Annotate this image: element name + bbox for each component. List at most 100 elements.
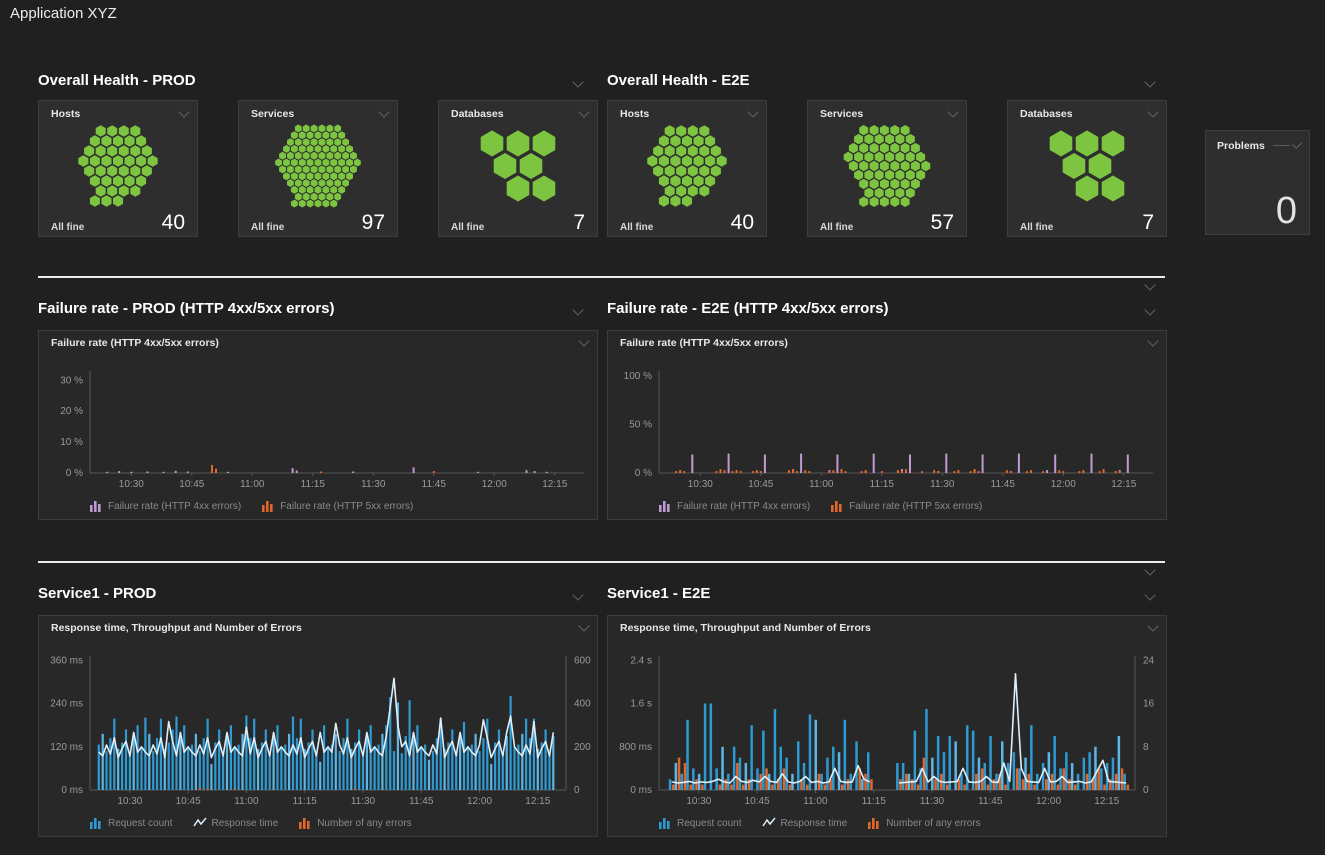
bar-chart-icon [658, 500, 672, 512]
chevron-down-icon[interactable] [572, 304, 583, 315]
chevron-down-icon[interactable] [1144, 589, 1155, 600]
chevron-down-icon[interactable] [178, 106, 189, 117]
legend-item[interactable]: Number of any errors [867, 817, 980, 829]
svg-text:12:00: 12:00 [482, 479, 507, 490]
svg-text:12:00: 12:00 [1036, 796, 1061, 807]
svg-text:10 %: 10 % [60, 437, 83, 448]
line-icon [193, 817, 207, 829]
svg-text:0 ms: 0 ms [630, 785, 652, 796]
problems-tile[interactable]: Problems 0 [1205, 130, 1310, 235]
chart-tile-failure-e2e[interactable]: Failure rate (HTTP 4xx/5xx errors)0 %50 … [607, 330, 1167, 520]
svg-text:1.6 s: 1.6 s [630, 699, 652, 710]
svg-text:11:45: 11:45 [422, 479, 447, 490]
tile-title: Hosts [620, 108, 649, 120]
chevron-down-icon[interactable] [947, 106, 958, 117]
health-tile-hosts-prod[interactable]: HostsAll fine40 [38, 100, 198, 237]
svg-text:0: 0 [1143, 785, 1149, 796]
chevron-down-icon[interactable] [578, 106, 589, 117]
svg-text:10:45: 10:45 [745, 796, 770, 807]
tile-count: 57 [931, 212, 954, 233]
problems-tile-title: Problems [1217, 140, 1265, 152]
tile-title: Services [820, 108, 863, 120]
health-tile-services-prod[interactable]: ServicesAll fine97 [238, 100, 398, 237]
tile-title: Databases [1020, 108, 1073, 120]
chevron-down-icon[interactable] [378, 106, 389, 117]
honeycomb-chart [808, 120, 966, 212]
legend-item[interactable]: Response time [762, 817, 848, 829]
honeycomb-chart [39, 120, 197, 212]
legend-item[interactable]: Failure rate (HTTP 5xx errors) [830, 500, 982, 512]
section-divider [38, 561, 1165, 563]
chevron-down-icon[interactable] [572, 76, 583, 87]
svg-text:600: 600 [574, 655, 591, 666]
tile-title: Services [251, 108, 294, 120]
chart-tile-title: Response time, Throughput and Number of … [51, 622, 302, 634]
chart-plot: 0 %50 %100 %10:3010:4511:0011:1511:3011:… [608, 361, 1166, 497]
svg-text:10:30: 10:30 [117, 796, 142, 807]
chevron-down-icon[interactable] [1144, 279, 1155, 290]
chart-tile-service-e2e[interactable]: Response time, Throughput and Number of … [607, 615, 1167, 837]
tile-count: 97 [362, 212, 385, 233]
chart-tile-service-prod[interactable]: Response time, Throughput and Number of … [38, 615, 598, 837]
section-title-failure-prod: Failure rate - PROD (HTTP 4xx/5xx errors… [38, 300, 335, 317]
legend-label: Response time [781, 818, 848, 829]
svg-text:2.4 s: 2.4 s [630, 655, 652, 666]
problems-count: 0 [1206, 152, 1309, 234]
health-tile-databases-e2e[interactable]: DatabasesAll fine7 [1007, 100, 1167, 237]
legend-item[interactable]: Failure rate (HTTP 4xx errors) [89, 500, 241, 512]
svg-text:12:15: 12:15 [1094, 796, 1119, 807]
legend-item[interactable]: Response time [193, 817, 279, 829]
dashboard: Application XYZ Overall Health - PROD Ov… [0, 0, 1325, 855]
section-title-failure-e2e: Failure rate - E2E (HTTP 4xx/5xx errors) [607, 300, 889, 317]
honeycomb-chart [239, 120, 397, 212]
legend-item[interactable]: Failure rate (HTTP 5xx errors) [261, 500, 413, 512]
chevron-down-icon[interactable] [1144, 564, 1155, 575]
chart-plot: 0 %10 %20 %30 %10:3010:4511:0011:1511:30… [39, 361, 597, 497]
legend-label: Failure rate (HTTP 5xx errors) [280, 501, 413, 512]
chevron-down-icon[interactable] [578, 620, 589, 631]
chart-tile-failure-prod[interactable]: Failure rate (HTTP 4xx/5xx errors) 0 %10 … [38, 330, 598, 520]
bar-chart-icon [89, 500, 103, 512]
health-tile-databases-prod[interactable]: DatabasesAll fine7 [438, 100, 598, 237]
tile-count: 40 [731, 212, 754, 233]
chevron-down-icon[interactable] [747, 106, 758, 117]
chevron-down-icon[interactable] [578, 335, 589, 346]
health-tile-services-e2e[interactable]: ServicesAll fine57 [807, 100, 967, 237]
legend-label: Failure rate (HTTP 4xx errors) [677, 501, 810, 512]
health-tile-hosts-e2e[interactable]: HostsAll fine40 [607, 100, 767, 237]
svg-text:11:15: 11:15 [301, 479, 326, 490]
bar-chart-icon [261, 500, 275, 512]
honeycomb-chart [439, 120, 597, 212]
chevron-down-icon[interactable] [1147, 620, 1158, 631]
svg-text:24: 24 [1143, 655, 1155, 666]
svg-text:10:45: 10:45 [179, 479, 204, 490]
svg-text:16: 16 [1143, 699, 1155, 710]
svg-text:11:45: 11:45 [978, 796, 1003, 807]
chart-tile-title: Failure rate (HTTP 4xx/5xx errors) [51, 337, 219, 349]
chevron-down-icon[interactable] [1147, 335, 1158, 346]
svg-text:10:30: 10:30 [686, 796, 711, 807]
section-title-health-e2e: Overall Health - E2E [607, 72, 750, 89]
health-tiles-e2e: HostsAll fine40 ServicesAll fine57 Databas… [607, 100, 1167, 237]
legend-item[interactable]: Request count [89, 817, 173, 829]
legend-item[interactable]: Failure rate (HTTP 4xx errors) [658, 500, 810, 512]
section-title-health-prod: Overall Health - PROD [38, 72, 196, 89]
legend-item[interactable]: Number of any errors [298, 817, 411, 829]
chart-legend: Request count Response time Number of any … [39, 814, 597, 829]
chevron-down-icon[interactable] [572, 589, 583, 600]
chevron-down-icon[interactable] [1144, 304, 1155, 315]
bar-chart-icon [89, 817, 103, 829]
svg-text:50 %: 50 % [629, 419, 652, 430]
svg-text:11:00: 11:00 [803, 796, 828, 807]
svg-text:800 ms: 800 ms [619, 742, 652, 753]
bar-chart-icon [830, 500, 844, 512]
svg-text:8: 8 [1143, 742, 1149, 753]
svg-text:11:30: 11:30 [930, 479, 955, 490]
svg-text:11:15: 11:15 [862, 796, 887, 807]
legend-item[interactable]: Request count [658, 817, 742, 829]
chevron-down-icon[interactable] [1147, 106, 1158, 117]
legend-label: Number of any errors [317, 818, 411, 829]
chevron-down-icon[interactable] [1144, 76, 1155, 87]
svg-text:400: 400 [574, 699, 591, 710]
svg-text:12:00: 12:00 [467, 796, 492, 807]
